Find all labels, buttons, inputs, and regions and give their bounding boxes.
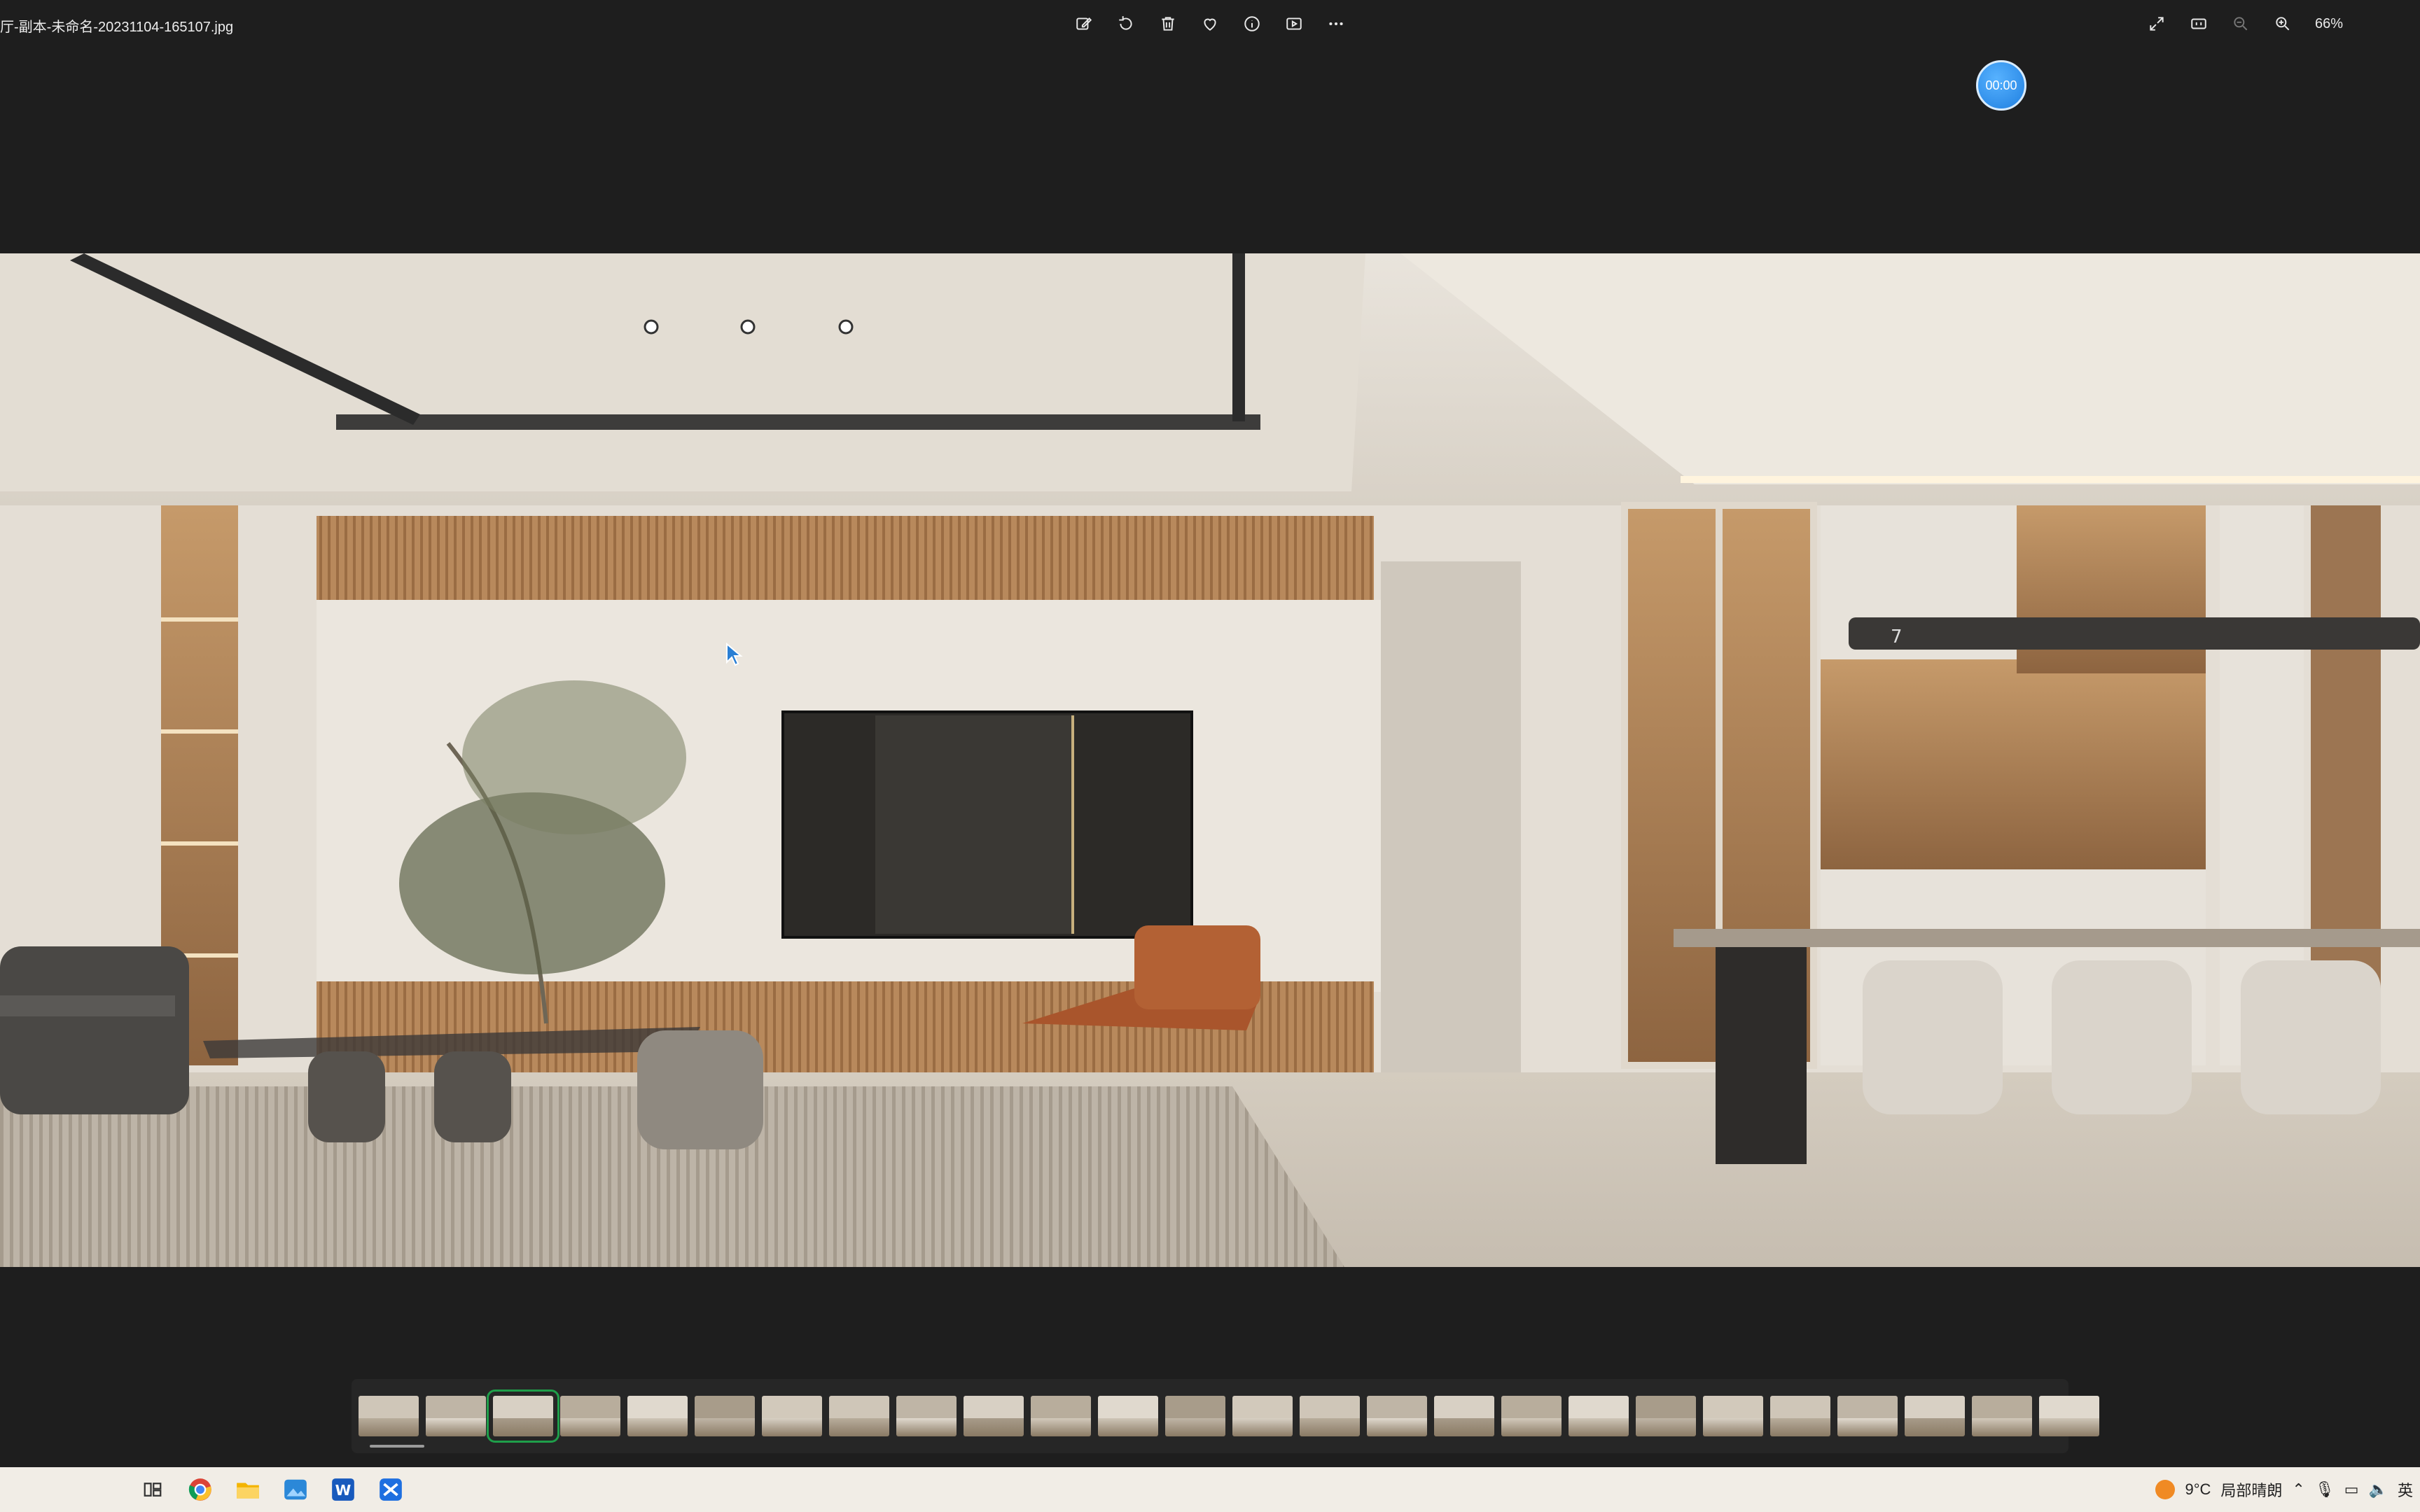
favorite-button[interactable] — [1196, 10, 1224, 38]
weather-icon[interactable] — [2155, 1480, 2176, 1499]
edit-icon — [1076, 18, 1092, 30]
filmstrip-thumbnail[interactable] — [359, 1396, 419, 1436]
info-button[interactable] — [1238, 10, 1266, 38]
filmstrip-thumbnail[interactable] — [2039, 1396, 2099, 1436]
filmstrip-thumbnail[interactable] — [1770, 1396, 1830, 1436]
app-icon[interactable] — [375, 1474, 406, 1505]
microphone-icon[interactable]: 🎙 — [2315, 1480, 2335, 1499]
taskbar: W 9°C 局部晴朗 ⌃ 🎙 ▭ 🔈 英 — [0, 1467, 2420, 1512]
photo-canvas: 7 — [0, 253, 2420, 1267]
info-icon — [1244, 16, 1260, 31]
filmstrip-thumbnail[interactable] — [1703, 1396, 1763, 1436]
filmstrip-thumbnail[interactable] — [487, 1390, 559, 1443]
filmstrip-thumbnail[interactable] — [1837, 1396, 1898, 1436]
svg-text:W: W — [335, 1482, 352, 1499]
fullscreen-button[interactable] — [2143, 10, 2171, 38]
slideshow-icon — [1286, 18, 1302, 30]
filmstrip-thumbnail[interactable] — [964, 1396, 1024, 1436]
filmstrip-thumbnail[interactable] — [1434, 1396, 1494, 1436]
filmstrip-thumbnail[interactable] — [1972, 1396, 2032, 1436]
zoom-in-icon — [2276, 17, 2290, 31]
filmstrip-thumbnail[interactable] — [1098, 1396, 1158, 1436]
image-toolbar — [1070, 10, 1350, 38]
actual-size-button[interactable] — [2185, 10, 2213, 38]
input-language[interactable]: 英 — [2398, 1478, 2413, 1501]
filmstrip-thumbnail[interactable] — [1300, 1396, 1360, 1436]
filmstrip — [352, 1379, 2099, 1453]
filmstrip-thumbnail[interactable] — [829, 1396, 889, 1436]
recording-timer[interactable]: 00:00 — [1976, 60, 2026, 111]
zoom-out-button[interactable] — [2227, 10, 2255, 38]
system-tray: 9°C 局部晴朗 ⌃ 🎙 ▭ 🔈 英 — [2155, 1467, 2413, 1512]
filmstrip-thumbnail[interactable] — [1031, 1396, 1091, 1436]
filmstrip-thumbnail[interactable] — [695, 1396, 755, 1436]
window-title: 厅-副本-未命名-20231104-165107.jpg — [0, 20, 234, 35]
slideshow-button[interactable] — [1280, 10, 1308, 38]
file-explorer-icon[interactable] — [232, 1474, 263, 1505]
zoom-in-button[interactable] — [2269, 10, 2297, 38]
filmstrip-thumbnail[interactable] — [1232, 1396, 1293, 1436]
zoom-out-icon — [2234, 17, 2248, 31]
filmstrip-thumbnail[interactable] — [1501, 1396, 1562, 1436]
filmstrip-thumbnail[interactable] — [896, 1396, 957, 1436]
edit-button[interactable] — [1070, 10, 1098, 38]
chrome-icon[interactable] — [185, 1474, 216, 1505]
delete-icon — [1162, 17, 1174, 31]
delete-button[interactable] — [1154, 10, 1182, 38]
photos-icon[interactable] — [280, 1474, 311, 1505]
filmstrip-thumbnail[interactable] — [1569, 1396, 1629, 1436]
filmstrip-thumbnail[interactable] — [1165, 1396, 1225, 1436]
weather-temperature[interactable]: 9°C — [2185, 1480, 2211, 1499]
title-bar: 厅-副本-未命名-20231104-165107.jpg 66% — [0, 0, 2420, 50]
rotate-icon — [1119, 16, 1132, 30]
filmstrip-thumbnail[interactable] — [426, 1396, 486, 1436]
filmstrip-thumbnail[interactable] — [762, 1396, 822, 1436]
more-button[interactable] — [1322, 10, 1350, 38]
volume-icon[interactable]: 🔈 — [2369, 1480, 2388, 1499]
network-icon[interactable]: ▭ — [2344, 1480, 2359, 1499]
chevron-up-icon[interactable]: ⌃ — [2292, 1480, 2304, 1499]
filmstrip-thumbnail[interactable] — [1905, 1396, 1965, 1436]
view-toolbar: 66% — [2143, 10, 2343, 38]
actual-size-icon — [2191, 18, 2206, 29]
task-view-icon[interactable] — [137, 1474, 168, 1505]
heart-icon — [1204, 18, 1216, 31]
filmstrip-thumbnail[interactable] — [627, 1396, 688, 1436]
photo-overlay-number: 7 — [1891, 626, 1903, 648]
filmstrip-scroll-indicator — [370, 1445, 424, 1448]
filmstrip-thumbnail[interactable] — [560, 1396, 620, 1436]
fullscreen-icon — [2150, 17, 2164, 31]
mouse-cursor-icon — [726, 643, 743, 666]
filmstrip-thumbnail[interactable] — [1367, 1396, 1427, 1436]
interior-photo: 7 — [0, 253, 2420, 1267]
weather-description[interactable]: 局部晴朗 — [2220, 1478, 2282, 1501]
more-icon — [1329, 22, 1343, 26]
filmstrip-thumbnail[interactable] — [1636, 1396, 1696, 1436]
word-icon[interactable]: W — [328, 1474, 359, 1505]
zoom-level[interactable]: 66% — [2315, 16, 2343, 32]
rotate-button[interactable] — [1112, 10, 1140, 38]
